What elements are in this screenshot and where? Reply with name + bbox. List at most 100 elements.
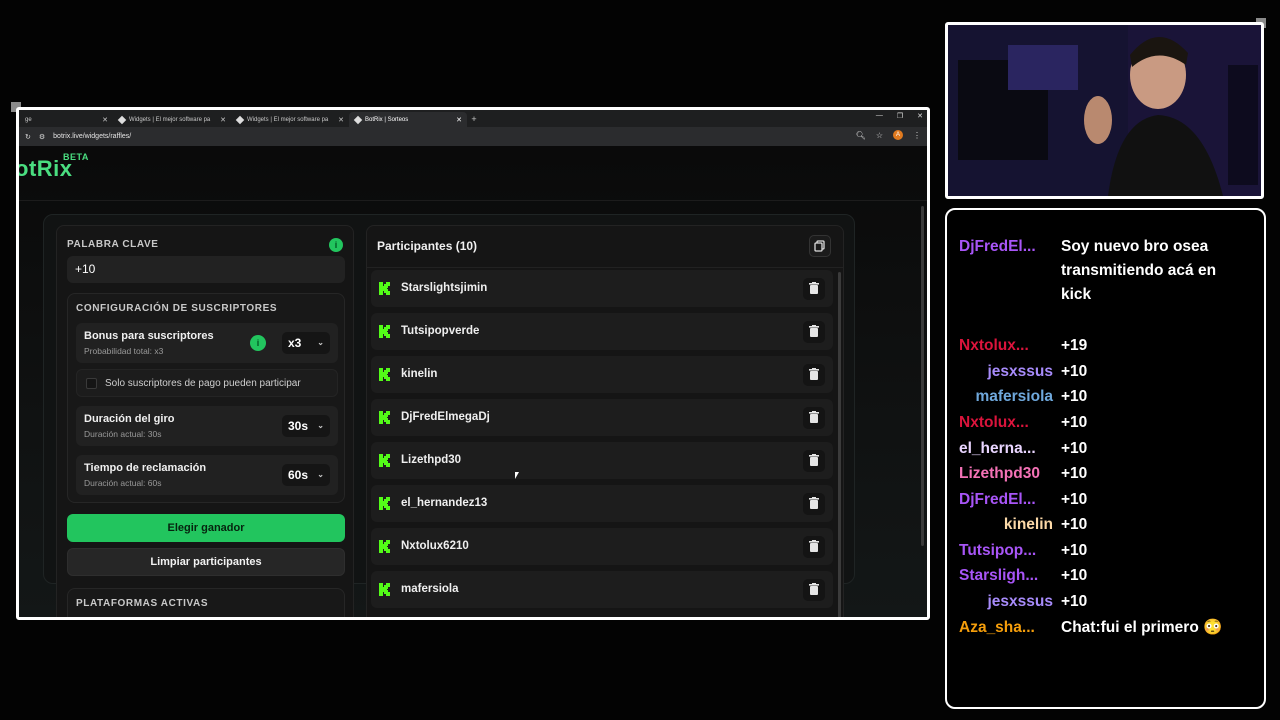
page-scrollbar[interactable] (921, 206, 924, 546)
header-divider (19, 200, 927, 201)
spin-duration-select[interactable]: 30s ⌄ (282, 415, 330, 437)
close-icon[interactable]: ✕ (338, 116, 344, 124)
participant-name: el_hernandez13 (401, 497, 488, 509)
subscriber-config: CONFIGURACIÓN DE SUSCRIPTORES Bonus para… (67, 293, 345, 503)
new-tab-icon[interactable]: + (467, 112, 481, 127)
chat-username[interactable]: Starsligh... (959, 567, 1053, 585)
chat-username[interactable]: jesxssus (959, 593, 1054, 611)
trash-icon (809, 411, 819, 423)
participant-row: kinelin (371, 356, 833, 393)
clear-participants-button[interactable]: Limpiar participantes (67, 548, 345, 576)
chat-username[interactable]: DjFredEl... (959, 238, 1053, 256)
browser-window: ge ✕ Widgets | El mejor software pa ✕ Widg… (16, 107, 930, 620)
stream-layout: ge ✕ Widgets | El mejor software pa ✕ Widg… (0, 0, 1280, 720)
browser-tab[interactable]: Widgets | El mejor software pa ✕ (231, 112, 349, 127)
url-text[interactable]: botrix.live/widgets/raffles/ (53, 133, 131, 140)
claim-title: Tiempo de reclamación (84, 462, 207, 474)
pick-winner-button[interactable]: Elegir ganador (67, 514, 345, 542)
maximize-icon[interactable]: ❐ (897, 112, 903, 120)
close-icon[interactable]: ✕ (220, 116, 226, 124)
kick-logo-icon (379, 411, 390, 424)
reload-icon[interactable]: ↻ (25, 133, 31, 141)
tab-title: Widgets | El mejor software pa (247, 116, 329, 123)
participants-scrollbar[interactable] (838, 272, 841, 617)
address-bar[interactable]: ↻ ⚙ botrix.live/widgets/raffles/ 🔍︎ ☆ A … (19, 127, 927, 146)
browser-tab[interactable]: Widgets | El mejor software pa ✕ (113, 112, 231, 127)
participant-row: Lizethpd30 (371, 442, 833, 479)
chat-text: +19 (1061, 337, 1088, 354)
participants-panel: Participantes (10) Starslightsjimin Tutsi… (366, 225, 844, 617)
info-icon[interactable]: i (250, 335, 266, 351)
menu-dots-icon[interactable]: ⋮ (913, 131, 921, 140)
chat-username[interactable]: Tutsipop... (959, 542, 1053, 560)
subscriber-config-label: CONFIGURACIÓN DE SUSCRIPTORES (76, 303, 278, 314)
remove-participant-button[interactable] (803, 407, 825, 429)
browser-tab-active[interactable]: BotRix | Sorteos ✕ (349, 112, 467, 127)
paid-only-checkbox[interactable] (86, 378, 97, 389)
site-info-icon[interactable]: ⚙ (39, 133, 45, 141)
raffle-settings-panel: PALABRA CLAVE i +10 CONFIGURACIÓN DE SUS… (56, 225, 354, 617)
participants-list: Starslightsjimin Tutsipopverde kinelin DjFr… (371, 270, 833, 614)
remove-participant-button[interactable] (803, 493, 825, 515)
kick-logo-icon (379, 540, 390, 553)
window-controls: — ❐ ✕ (876, 112, 923, 120)
chat-username[interactable]: Aza_sha... (959, 619, 1053, 637)
chat-username[interactable]: kinelin (959, 516, 1053, 534)
close-icon[interactable]: ✕ (102, 116, 108, 124)
zoom-icon[interactable]: 🔍︎ (856, 131, 866, 140)
close-window-icon[interactable]: ✕ (917, 112, 923, 120)
claim-time-row: Tiempo de reclamación Duración actual: 6… (76, 455, 338, 495)
participant-name: Tutsipopverde (401, 325, 480, 337)
chat-username[interactable]: Nxtolux... (959, 337, 1053, 355)
trash-icon (809, 325, 819, 337)
chat-username[interactable]: el_herna... (959, 440, 1053, 458)
chat-username[interactable]: jesxssus (959, 363, 1054, 381)
profile-avatar[interactable]: A (893, 130, 903, 140)
botrix-logo[interactable]: otRix BETA (19, 152, 88, 182)
bonus-value: x3 (288, 336, 302, 350)
chevron-down-icon: ⌄ (317, 338, 324, 347)
spin-subtitle: Duración actual: 30s (84, 429, 162, 439)
chat-username[interactable]: Lizethpd30 (959, 465, 1053, 483)
live-chat: DjFredEl... Soy nuevo bro osea transmitie… (945, 208, 1266, 709)
spin-duration-row: Duración del giro Duración actual: 30s 3… (76, 406, 338, 446)
keyword-input[interactable]: +10 (67, 256, 345, 283)
panel-divider (367, 267, 843, 268)
copy-button[interactable] (809, 235, 831, 257)
info-icon[interactable]: i (329, 238, 343, 252)
paid-only-row[interactable]: Solo suscriptores de pago pueden partici… (76, 369, 338, 397)
remove-participant-button[interactable] (803, 278, 825, 300)
participant-row: Tutsipopverde (371, 313, 833, 350)
keyword-label: PALABRA CLAVE (67, 239, 159, 250)
favicon-icon (117, 115, 127, 124)
bonus-subtitle: Probabilidad total: x3 (84, 346, 164, 356)
remove-participant-button[interactable] (803, 364, 825, 386)
remove-participant-button[interactable] (803, 579, 825, 601)
chat-username[interactable]: Nxtolux... (959, 414, 1053, 432)
chat-username[interactable]: DjFredEl... (959, 491, 1053, 509)
chat-text: Soy nuevo bro osea transmitiendo acá en … (1061, 238, 1217, 303)
kick-logo-icon (379, 368, 390, 381)
kick-logo-icon (379, 583, 390, 596)
bonus-select[interactable]: x3 ⌄ (282, 332, 330, 354)
minimize-icon[interactable]: — (876, 112, 883, 120)
trash-icon (809, 454, 819, 466)
chat-text: Chat:fui el primero 😳 (1061, 619, 1223, 636)
bonus-title: Bonus para suscriptores (84, 330, 214, 342)
chat-text: +10 (1061, 593, 1088, 610)
claim-subtitle: Duración actual: 60s (84, 478, 162, 488)
participant-name: mafersiola (401, 583, 459, 595)
remove-participant-button[interactable] (803, 450, 825, 472)
remove-participant-button[interactable] (803, 536, 825, 558)
claim-time-select[interactable]: 60s ⌄ (282, 464, 330, 486)
remove-participant-button[interactable] (803, 321, 825, 343)
chat-text: +10 (1061, 414, 1088, 431)
browser-tab[interactable]: ge ✕ (19, 112, 113, 127)
participants-title: Participantes (10) (377, 239, 478, 253)
trash-icon (809, 497, 819, 509)
close-icon[interactable]: ✕ (456, 116, 462, 124)
participant-name: DjFredElmegaDj (401, 411, 490, 423)
active-platforms: PLATAFORMAS ACTIVAS (67, 588, 345, 617)
bookmark-star-icon[interactable]: ☆ (876, 131, 883, 140)
chat-username[interactable]: mafersiola (959, 388, 1053, 406)
